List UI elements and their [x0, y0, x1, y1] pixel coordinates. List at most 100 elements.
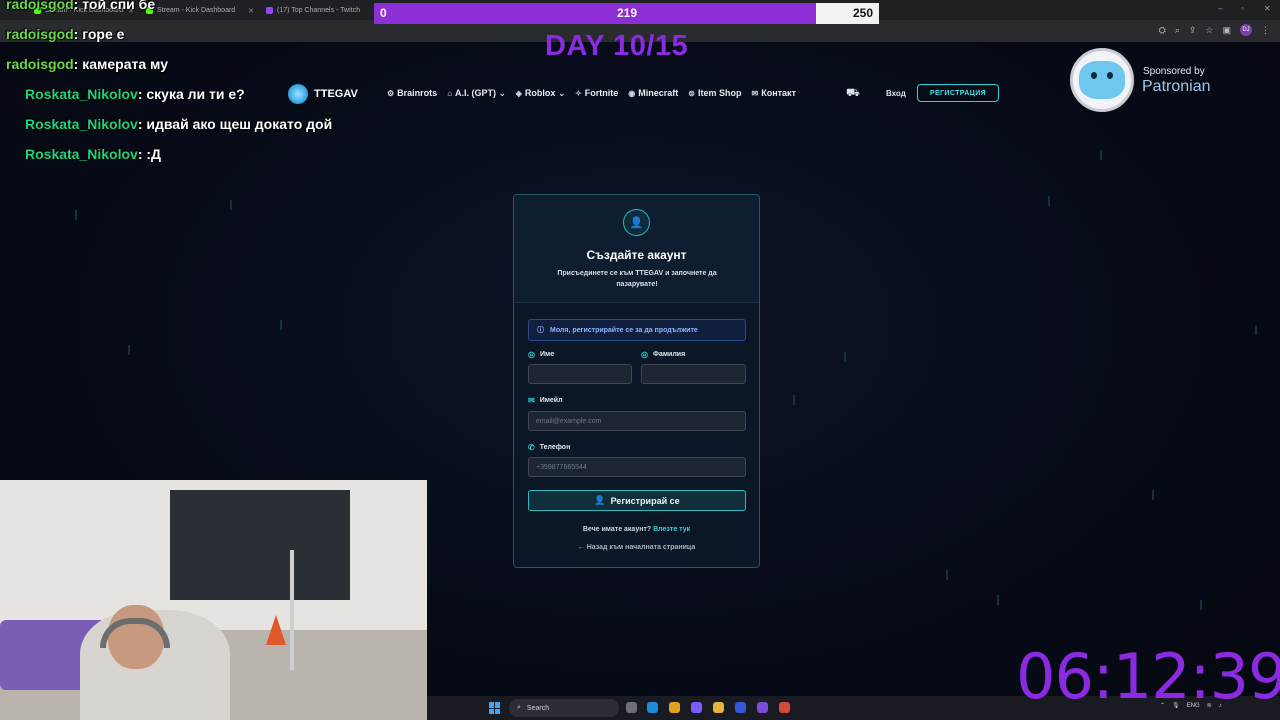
close-window-icon[interactable]: ✕ — [1264, 4, 1271, 13]
edge-icon[interactable] — [647, 702, 658, 713]
share-icon[interactable]: ⇪ — [1189, 25, 1197, 36]
roblox-icon: ◈ — [515, 88, 522, 98]
card-title: Създайте акаунт — [586, 248, 687, 262]
sub-goal-bar: 0 219 250 — [374, 3, 879, 24]
search-icon: ⌕ — [517, 704, 521, 711]
first-name-label: ◎ Име — [528, 350, 554, 359]
chat-text: : :Д — [137, 146, 162, 162]
chat-message: radoisgod: камерата му — [6, 56, 168, 72]
chat-message: Roskata_Nikolov: скука ли ти е? — [25, 86, 245, 102]
cart-icon[interactable]: ⛟ — [846, 87, 860, 101]
chat-message: radoisgod: той спи бе — [6, 0, 155, 12]
login-here-link[interactable]: Влезте тук — [653, 526, 690, 533]
have-account-text: Вече имате акаунт? Влезте тук — [514, 526, 759, 533]
button-label: Регистрирай се — [610, 495, 680, 506]
bookmark-star-icon[interactable]: ☆ — [1205, 25, 1213, 36]
close-icon[interactable]: ✕ — [248, 7, 254, 15]
minimize-icon[interactable]: – — [1218, 4, 1222, 13]
chat-username: radoisgod — [6, 56, 74, 72]
browser-tab[interactable]: Stream - Kick Dashboard ✕ — [140, 3, 258, 18]
nav-label: Fortnite — [584, 88, 619, 98]
viber-icon[interactable] — [757, 702, 768, 713]
nav-label: Brainrots — [397, 88, 438, 98]
browser-toolbar-icons: ⛭ ⌕ ⇪ ☆ ▣ DJ ⋮ — [1159, 24, 1270, 36]
sponsor-logo — [1070, 48, 1134, 112]
chat-message: Roskata_Nikolov: :Д — [25, 146, 161, 162]
goal-current: 219 — [617, 6, 638, 20]
shop-icon: ⊜ — [688, 88, 695, 98]
nav-item-item-shop[interactable]: ⊜ Item Shop — [688, 88, 741, 98]
chrome-icon[interactable] — [669, 702, 680, 713]
phone-label: ✆ Телефон — [528, 443, 570, 452]
register-submit-button[interactable]: 👤 Регистрирай се — [528, 490, 746, 511]
nav-item-contact[interactable]: ✉ Контакт — [752, 88, 796, 98]
login-link[interactable]: Вход — [886, 89, 906, 98]
webcam-feed — [0, 480, 427, 720]
phone-placeholder: +359877665544 — [536, 463, 587, 471]
taskbar-search[interactable]: ⌕ Search — [509, 699, 619, 717]
nav-item-ai-gpt[interactable]: ⌂ A.I. (GPT) ⌄ — [447, 88, 506, 98]
email-field[interactable]: email@example.com — [528, 411, 746, 431]
nav-item-roblox[interactable]: ◈ Roblox ⌄ — [516, 88, 565, 98]
app-icon[interactable] — [735, 702, 746, 713]
tab-title: (17) Top Channels - Twitch — [277, 7, 361, 14]
windows-start-icon[interactable] — [489, 702, 501, 714]
file-explorer-icon[interactable] — [713, 702, 724, 713]
extensions-icon[interactable]: ▣ — [1222, 25, 1231, 36]
goal-start: 0 — [380, 6, 387, 20]
last-name-field[interactable] — [641, 364, 746, 384]
profile-avatar[interactable]: DJ — [1240, 24, 1252, 36]
user-icon: ◎ — [528, 350, 535, 359]
have-account-label: Вече имате акаунт? — [582, 526, 652, 533]
cube-icon: ◉ — [628, 88, 636, 98]
robot-icon: ⌂ — [447, 88, 453, 98]
mail-icon: ✉ — [528, 396, 535, 405]
chat-username: Roskata_Nikolov — [25, 116, 138, 132]
search-label: Search — [526, 704, 550, 712]
chat-message: Roskata_Nikolov: идвай ако щеш докато до… — [25, 116, 372, 132]
chevron-down-icon: ⌄ — [499, 88, 506, 98]
card-header: 👤 Създайте акаунт Присъединете се към TT… — [514, 195, 759, 303]
menu-icon[interactable]: ⋮ — [1261, 25, 1270, 36]
chat-username: Roskata_Nikolov — [25, 86, 138, 102]
chat-message: radoisgod: горе е — [6, 26, 124, 42]
app-icon[interactable] — [691, 702, 702, 713]
label-text: Имейл — [539, 397, 563, 404]
sparkle-icon: ✧ — [575, 88, 582, 98]
back-label: Назад към началната страница — [586, 544, 696, 551]
register-nav-button[interactable]: РЕГИСТРАЦИЯ — [917, 84, 999, 102]
nav-label: Item Shop — [698, 88, 742, 98]
nav-item-minecraft[interactable]: ◉ Minecraft — [628, 88, 678, 98]
info-icon: ⓘ — [537, 327, 544, 334]
browser-tab[interactable]: (17) Top Channels - Twitch — [260, 3, 372, 18]
chat-text: : камерата му — [73, 56, 168, 72]
nav-label: Roblox — [524, 88, 556, 98]
nav-label: Контакт — [761, 88, 796, 98]
chevron-down-icon: ⌄ — [558, 88, 566, 98]
chat-text: : той спи бе — [73, 0, 156, 12]
maximize-icon[interactable]: ▫ — [1241, 4, 1244, 13]
chat-text: : горе е — [73, 26, 125, 42]
chat-username: radoisgod — [6, 26, 74, 42]
sponsor-name: Patronian — [1142, 78, 1211, 95]
zoom-icon[interactable]: ⌕ — [1175, 25, 1180, 36]
screen: Stream · Kick Dashboard ✕ Stream - Kick … — [0, 0, 1280, 720]
task-view-icon[interactable] — [626, 702, 637, 713]
chat-username: Roskata_Nikolov — [25, 146, 138, 162]
app-icon[interactable] — [779, 702, 790, 713]
user-icon: ◎ — [641, 350, 648, 359]
day-counter: DAY 10/15 — [545, 30, 689, 62]
nav-item-brainrots[interactable]: ⚙ Brainrots — [387, 88, 437, 98]
back-home-link[interactable]: ← Назад към началната страница — [514, 544, 759, 551]
user-plus-icon: 👤 — [623, 209, 650, 236]
site-brand[interactable]: TTEGAV — [288, 84, 358, 104]
translate-icon[interactable]: ⛭ — [1159, 25, 1166, 36]
phone-icon: ✆ — [528, 443, 535, 452]
phone-field[interactable]: +359877665544 — [528, 457, 746, 477]
first-name-field[interactable] — [528, 364, 632, 384]
label-text: Фамилия — [652, 351, 686, 358]
nav-item-fortnite[interactable]: ✧ Fortnite — [575, 88, 618, 98]
user-plus-icon: 👤 — [594, 495, 606, 505]
stream-timer: 06:12:39 — [1016, 640, 1280, 713]
arrow-left-icon: ← — [577, 544, 585, 551]
